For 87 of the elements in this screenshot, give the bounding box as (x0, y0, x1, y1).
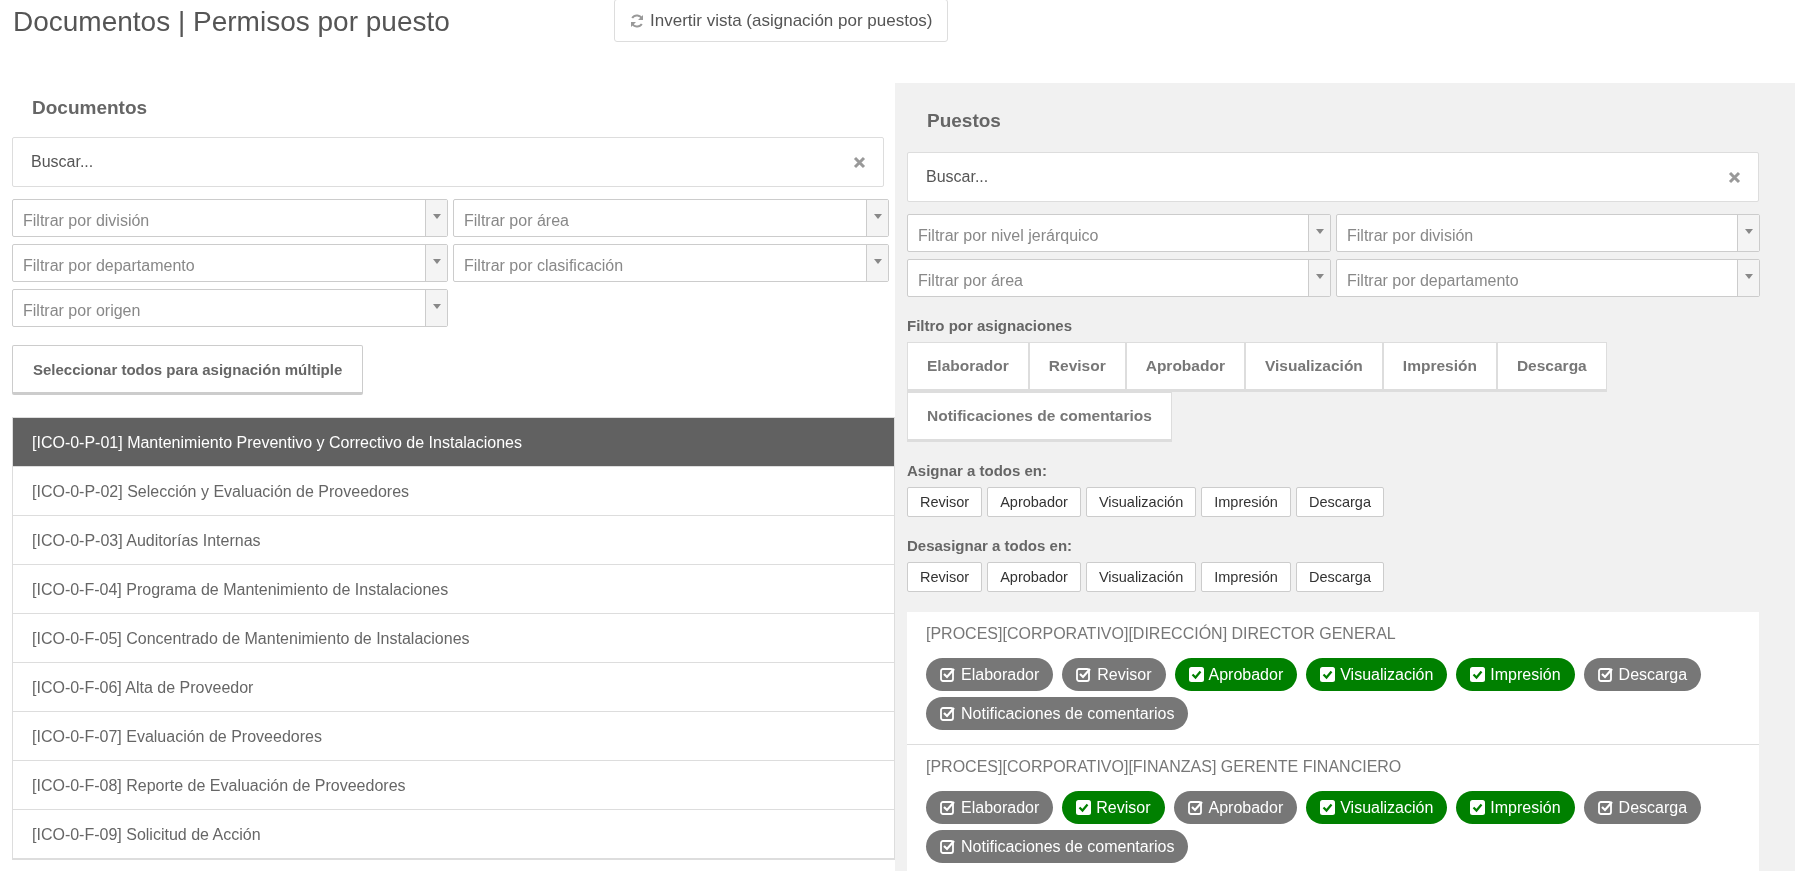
unassign-all-button[interactable]: Aprobador (987, 562, 1081, 592)
checkbox-icon (940, 839, 956, 854)
section-label: Asignar a todos en: (907, 462, 1049, 479)
permission-toggle[interactable]: Descarga (1583, 791, 1702, 824)
assignment-filter-button[interactable]: Visualización (1244, 342, 1383, 392)
filter-dropdown[interactable]: Filtrar por área (907, 259, 1331, 297)
section-label: Filtro por asignaciones (907, 317, 1074, 334)
search-field[interactable]: Buscar... (12, 137, 884, 187)
caret-icon (432, 214, 441, 219)
caret-icon (873, 259, 882, 264)
caret-icon (1315, 229, 1324, 234)
position-title: [PROCES][CORPORATIVO][DIRECCIÓN] DIRECTOR GENERAL (926, 625, 1397, 643)
filter-dropdown[interactable]: Filtrar por nivel jerárquico (907, 214, 1331, 252)
assignment-filter-button[interactable]: Impresión (1382, 342, 1497, 392)
assign-all-button[interactable]: Descarga (1295, 487, 1384, 517)
document-list-item[interactable]: [ICO-0-F-06] Alta de Proveedor (13, 663, 894, 712)
checkbox-icon (1320, 800, 1336, 815)
filter-dropdown[interactable]: Filtrar por origen (12, 289, 448, 327)
document-list-item[interactable]: [ICO-0-P-03] Auditorías Internas (13, 516, 894, 565)
refresh-icon (629, 12, 645, 29)
checkbox-icon (940, 800, 956, 815)
permission-toggle[interactable]: Elaborador (926, 791, 1054, 824)
checkbox-icon (1470, 800, 1486, 815)
checkbox-icon (1188, 667, 1204, 682)
filter-dropdown[interactable]: Filtrar por área (453, 199, 889, 237)
checkbox-icon (1597, 667, 1614, 682)
position-title: [PROCES][CORPORATIVO][FINANZAS] GERENTE FINANCIERO (926, 758, 1403, 776)
unassign-all-button[interactable]: Revisor (907, 562, 983, 592)
permission-toggle[interactable]: Revisor (1062, 791, 1165, 824)
page-title: Documentos | Permisos por puesto (13, 6, 451, 38)
section-label: Desasignar a todos en: (907, 537, 1074, 554)
document-list-item[interactable]: [ICO-0-P-02] Selección y Evaluación de Proveedores (13, 467, 894, 516)
document-list-item[interactable]: [ICO-0-F-07] Evaluación de Proveedores (13, 712, 894, 761)
select-all-button[interactable]: Seleccionar todos para asignación múltiple (12, 345, 364, 395)
search-field[interactable]: Buscar... (907, 152, 1759, 202)
caret-icon (1744, 274, 1753, 279)
unassign-all-button[interactable]: Descarga (1295, 562, 1384, 592)
documents-heading: Documentos (32, 97, 149, 119)
caret-icon (1315, 274, 1324, 279)
caret-icon (1744, 229, 1753, 234)
checkbox-icon (940, 667, 956, 682)
permission-toggle[interactable]: Notificaciones de comentarios (926, 830, 1189, 863)
assignment-filter-button[interactable]: Revisor (1028, 342, 1126, 392)
caret-icon (432, 259, 441, 264)
assignment-filter-button[interactable]: Notificaciones de comentarios (907, 392, 1172, 442)
permission-toggle[interactable]: Elaborador (926, 658, 1054, 691)
document-list-item[interactable]: [ICO-0-F-08] Reporte de Evaluación de Proveedores (13, 761, 894, 810)
permission-toggle[interactable]: Descarga (1583, 658, 1702, 691)
permission-toggle[interactable]: Visualización (1306, 791, 1448, 824)
assign-all-button[interactable]: Revisor (907, 487, 983, 517)
caret-icon (432, 304, 441, 309)
filter-dropdown[interactable]: Filtrar por clasificación (453, 244, 889, 282)
document-list-item[interactable]: [ICO-0-F-04] Programa de Mantenimiento de Instalaciones (13, 565, 894, 614)
filter-dropdown[interactable]: Filtrar por departamento (12, 244, 448, 282)
checkbox-icon (1076, 800, 1092, 815)
permission-toggle[interactable]: Notificaciones de comentarios (926, 697, 1189, 730)
checkbox-icon (1597, 800, 1614, 815)
checkbox-icon (1076, 667, 1093, 682)
permission-toggle[interactable]: Aprobador (1174, 658, 1298, 691)
filter-dropdown[interactable]: Filtrar por división (1336, 214, 1760, 252)
clear-icon[interactable] (853, 156, 866, 169)
checkbox-icon (1187, 800, 1204, 815)
assign-all-button[interactable]: Aprobador (987, 487, 1081, 517)
invert-view-button[interactable]: Invertir vista (asignación por puestos) (614, 0, 948, 42)
checkbox-icon (1320, 667, 1336, 682)
positions-heading: Puestos (927, 110, 1002, 132)
document-list-item[interactable]: [ICO-0-F-09] Solicitud de Acción (13, 810, 894, 859)
document-list-item[interactable]: [ICO-0-P-01] Mantenimiento Preventivo y Correctivo de Instalaciones (13, 418, 894, 467)
assign-all-button[interactable]: Visualización (1085, 487, 1197, 517)
assignment-filter-button[interactable]: Descarga (1496, 342, 1607, 392)
permission-toggle[interactable]: Visualización (1306, 658, 1448, 691)
document-list-item[interactable]: [ICO-0-F-05] Concentrado de Mantenimiento de Instalaciones (13, 614, 894, 663)
assign-all-button[interactable]: Impresión (1201, 487, 1291, 517)
permission-toggle[interactable]: Aprobador (1173, 791, 1298, 824)
assignment-filter-button[interactable]: Aprobador (1125, 342, 1245, 392)
filter-dropdown[interactable]: Filtrar por división (12, 199, 448, 237)
permission-toggle[interactable]: Revisor (1062, 658, 1166, 691)
permission-toggle[interactable]: Impresión (1456, 791, 1575, 824)
checkbox-icon (940, 706, 956, 721)
unassign-all-button[interactable]: Impresión (1201, 562, 1291, 592)
caret-icon (873, 214, 882, 219)
checkbox-icon (1470, 667, 1486, 682)
filter-dropdown[interactable]: Filtrar por departamento (1336, 259, 1760, 297)
unassign-all-button[interactable]: Visualización (1085, 562, 1197, 592)
clear-icon[interactable] (1728, 171, 1741, 184)
permission-toggle[interactable]: Impresión (1456, 658, 1575, 691)
assignment-filter-button[interactable]: Elaborador (907, 342, 1029, 392)
